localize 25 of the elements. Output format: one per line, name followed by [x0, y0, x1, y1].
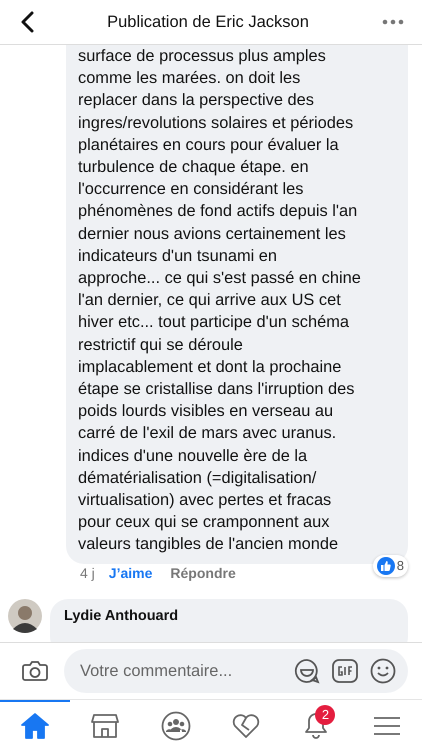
back-icon[interactable] — [20, 11, 34, 33]
shop-icon — [91, 713, 120, 739]
sticker-icon[interactable] — [294, 658, 320, 684]
like-button[interactable]: J’aime — [108, 564, 152, 581]
comment-field[interactable]: Votre commentaire... — [78, 660, 282, 682]
reply-button[interactable]: Répondre — [170, 564, 236, 581]
comment-text: surface de processus plus amples comme les marées. on doit les replacer dans la perspective des ingres/revolutions solaires et périodes planétaires en cours pour évaluer la turbulence de chaque étape. en l'occurrence en considérant les phénomènes de fond actifs depuis l'an dernier nous avions certainement les indicateurs d'un tsunami en approche... ce qui s'est passé en chine l'an dernier, ce qui arrive aux US cet hiver etc... tout participe d'un schéma restrictif qui se déroule implacablement et dont la prochaine étape se cristallise dans l'irruption des poids lourds visibles en verseau au carré de l'exil de mars avec uranus. indices d'une nouvelle ère de la dématérialisation (=digitalisation/ virtualisation) avec pertes et fracas pour ceux qui se cramponnent aux valeurs tangibles de l'ancien monde — [78, 46, 362, 556]
camera-icon[interactable] — [22, 660, 48, 682]
reaction-count: 8 — [396, 558, 404, 574]
more-icon[interactable] — [382, 19, 404, 25]
home-icon — [21, 713, 50, 739]
heart-icon — [232, 713, 260, 739]
comment-time: 4 j — [80, 564, 95, 581]
menu-icon — [374, 716, 400, 736]
author-name[interactable]: Lydie Anthouard — [64, 608, 178, 624]
groups-icon — [160, 711, 191, 741]
comment-bar[interactable]: Votre commentaire... — [64, 649, 408, 693]
reaction-pill[interactable]: 8 — [372, 554, 408, 577]
gif-icon[interactable] — [332, 659, 358, 683]
avatar — [8, 598, 42, 633]
thumbs-up-icon — [376, 556, 395, 575]
smiley-icon[interactable] — [370, 658, 396, 684]
page-title: Publication de Eric Jackson — [107, 12, 309, 32]
notification-badge: 2 — [315, 705, 336, 725]
tab[interactable]: 2 — [281, 700, 352, 750]
